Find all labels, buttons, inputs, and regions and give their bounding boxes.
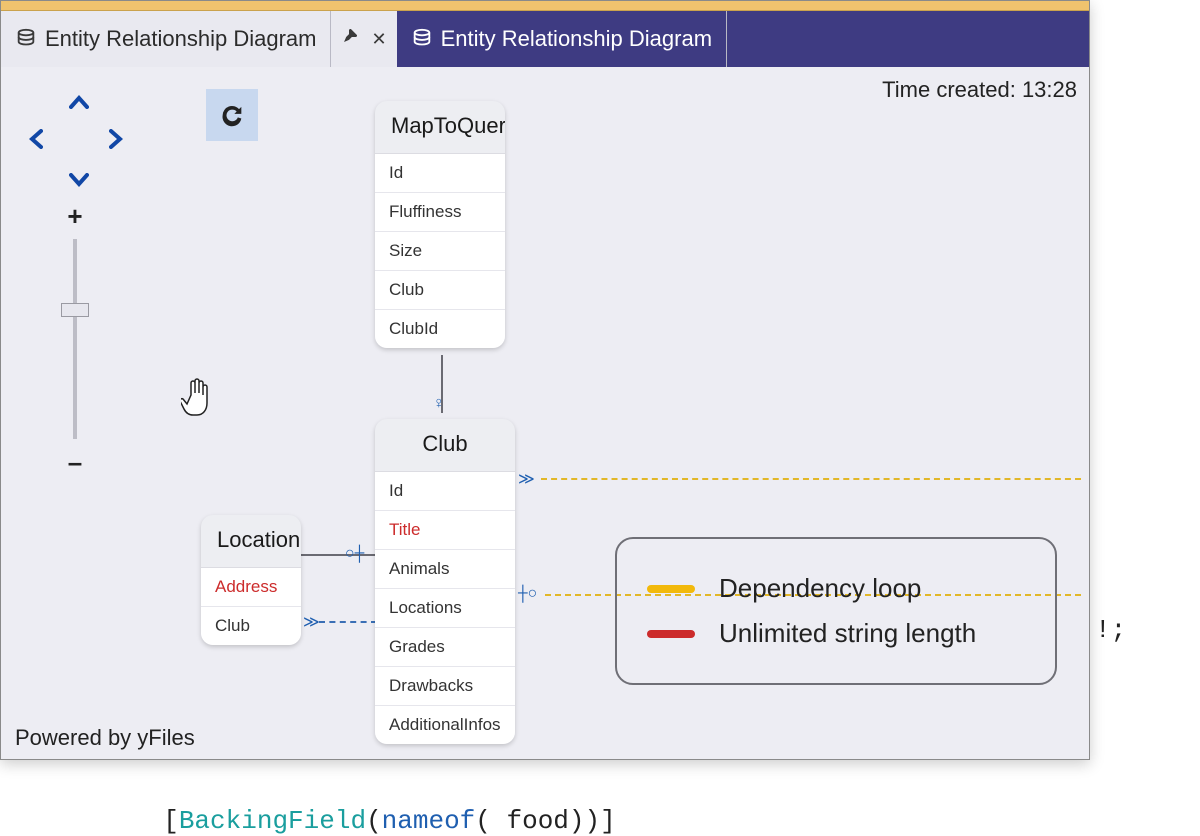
entity-title: MapToQuery bbox=[375, 101, 505, 153]
hand-cursor-icon bbox=[181, 377, 215, 427]
tab-label: Entity Relationship Diagram bbox=[45, 26, 316, 52]
legend-label: Dependency loop bbox=[719, 573, 921, 604]
powered-by-label: Powered by yFiles bbox=[15, 725, 195, 751]
connector-club-right-1 bbox=[541, 478, 1081, 480]
endpoint-open: ○┼ bbox=[345, 545, 364, 563]
diagram-canvas[interactable]: Time created: 13:28 + bbox=[1, 67, 1089, 759]
field[interactable]: Fluffiness bbox=[375, 193, 505, 232]
nav-up-icon[interactable] bbox=[69, 89, 89, 115]
pin-icon[interactable] bbox=[341, 29, 357, 50]
tab-actions: ✕ bbox=[331, 11, 396, 67]
zoom-in-button[interactable]: + bbox=[67, 203, 82, 229]
field[interactable]: Size bbox=[375, 232, 505, 271]
tab-erd-inactive[interactable]: Entity Relationship Diagram bbox=[397, 11, 727, 67]
connector-location-club bbox=[301, 554, 377, 556]
legend-swatch bbox=[647, 585, 695, 593]
nav-cluster bbox=[19, 89, 129, 189]
entity-fields: Address Club bbox=[201, 567, 301, 645]
entity-location[interactable]: Location Address Club bbox=[201, 515, 301, 645]
field[interactable]: Club bbox=[201, 607, 301, 645]
endpoint-many: ≫ bbox=[303, 612, 320, 632]
field[interactable]: Id bbox=[375, 154, 505, 193]
zoom-slider-thumb[interactable] bbox=[61, 303, 89, 317]
connector-location-club-dashed bbox=[319, 621, 377, 623]
database-icon bbox=[15, 28, 37, 50]
endpoint-many: ≫ bbox=[518, 469, 535, 489]
zoom-slider-track[interactable] bbox=[73, 239, 77, 439]
entity-title: Location bbox=[201, 515, 301, 567]
app-window: Entity Relationship Diagram ✕ Entity Rel… bbox=[0, 0, 1090, 760]
field[interactable]: Address bbox=[201, 568, 301, 607]
field[interactable]: Drawbacks bbox=[375, 667, 515, 706]
zoom-control: + – bbox=[57, 203, 93, 475]
field[interactable]: Locations bbox=[375, 589, 515, 628]
field[interactable]: AdditionalInfos bbox=[375, 706, 515, 744]
nav-right-icon[interactable] bbox=[109, 129, 123, 155]
zoom-out-button[interactable]: – bbox=[68, 449, 82, 475]
refresh-icon bbox=[218, 101, 246, 129]
legend: Dependency loop Unlimited string length bbox=[615, 537, 1057, 685]
tab-strip: Entity Relationship Diagram ✕ Entity Rel… bbox=[1, 11, 1089, 67]
stray-code-right: !; bbox=[1095, 615, 1126, 645]
legend-label: Unlimited string length bbox=[719, 618, 976, 649]
nav-left-icon[interactable] bbox=[29, 129, 43, 155]
legend-item-unlimited-string: Unlimited string length bbox=[647, 618, 1025, 649]
field[interactable]: Club bbox=[375, 271, 505, 310]
endpoint-circle: ♀ bbox=[434, 395, 444, 413]
legend-swatch bbox=[647, 630, 695, 638]
database-icon bbox=[411, 28, 433, 50]
entity-maptoquery[interactable]: MapToQuery Id Fluffiness Size Club ClubI… bbox=[375, 101, 505, 348]
nav-down-icon[interactable] bbox=[69, 167, 89, 193]
tab-label: Entity Relationship Diagram bbox=[441, 26, 712, 52]
title-bar bbox=[1, 1, 1089, 11]
field[interactable]: Id bbox=[375, 472, 515, 511]
endpoint-one: ┼○ bbox=[518, 585, 537, 603]
refresh-button[interactable] bbox=[206, 89, 258, 141]
entity-club[interactable]: Club Id Title Animals Locations Grades D… bbox=[375, 419, 515, 744]
legend-item-dependency-loop: Dependency loop bbox=[647, 573, 1025, 604]
tab-erd-active[interactable]: Entity Relationship Diagram bbox=[1, 11, 331, 67]
entity-fields: Id Title Animals Locations Grades Drawba… bbox=[375, 471, 515, 744]
field[interactable]: Title bbox=[375, 511, 515, 550]
time-created-label: Time created: 13:28 bbox=[882, 77, 1077, 103]
stray-code-bottom: [BackingField(nameof( food))] bbox=[132, 776, 616, 836]
close-icon[interactable]: ✕ bbox=[371, 29, 386, 50]
field[interactable]: ClubId bbox=[375, 310, 505, 348]
field[interactable]: Animals bbox=[375, 550, 515, 589]
entity-title: Club bbox=[375, 419, 515, 471]
field[interactable]: Grades bbox=[375, 628, 515, 667]
entity-fields: Id Fluffiness Size Club ClubId bbox=[375, 153, 505, 348]
